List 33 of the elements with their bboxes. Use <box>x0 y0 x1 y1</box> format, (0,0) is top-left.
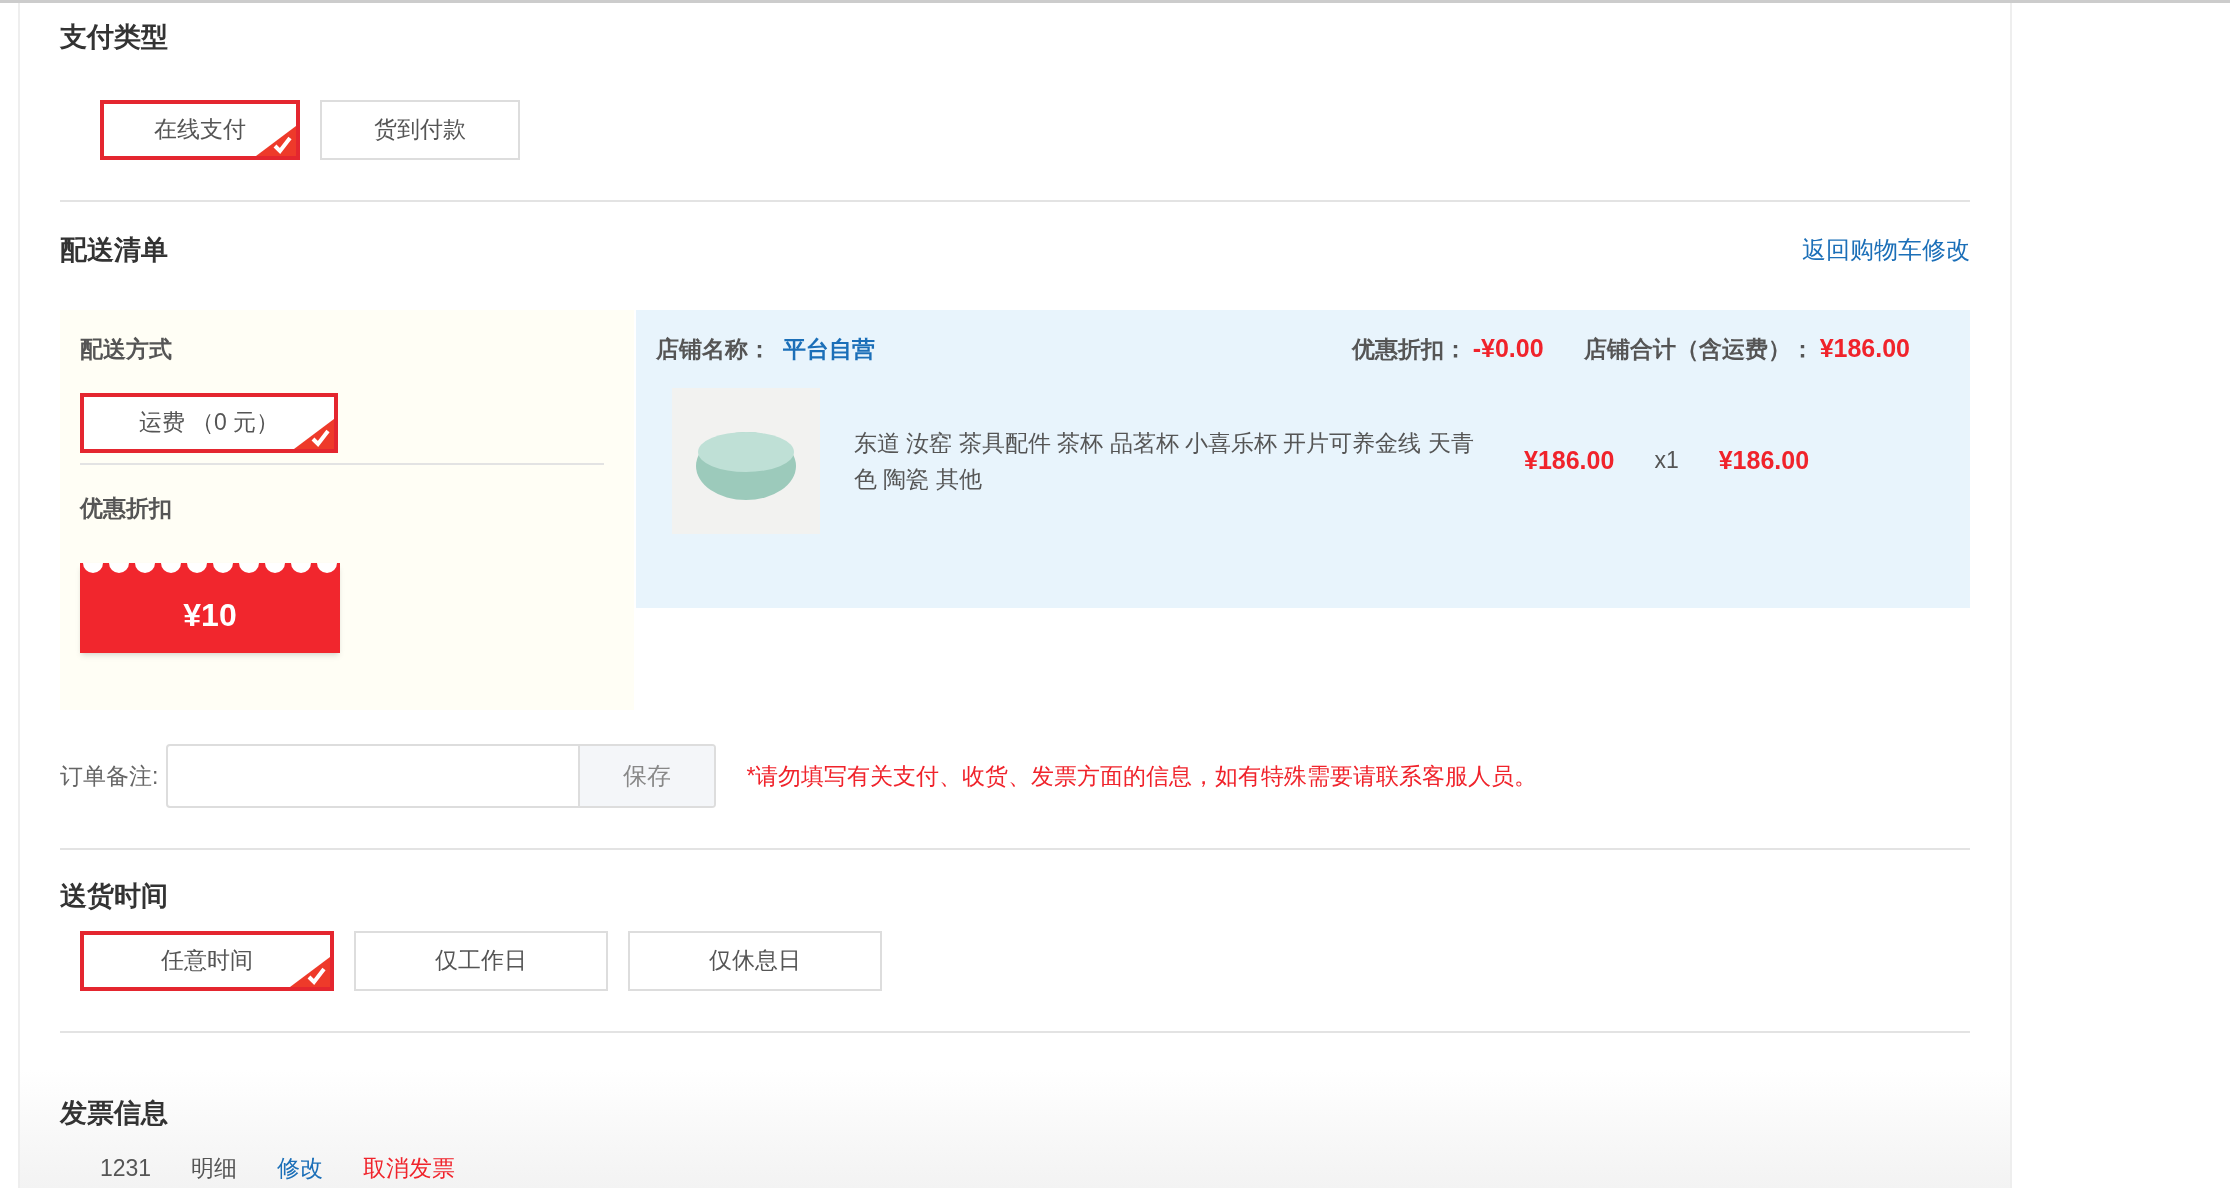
option-button[interactable]: 运费 （0 元） <box>80 392 338 453</box>
check-corner-icon <box>256 125 296 156</box>
section-title: 配送清单 <box>60 233 168 267</box>
cancel-invoice-link[interactable]: 取消发票 <box>363 1151 456 1186</box>
store-name-label: 店铺名称： <box>656 334 771 364</box>
section-title: 发票信息 <box>60 1096 169 1130</box>
field-label: 订单备注: <box>60 761 159 791</box>
option-button[interactable]: 在线支付 <box>100 99 300 160</box>
invoice-title: 1231 <box>100 1154 152 1183</box>
discount-amount: -¥0.00 <box>1472 333 1544 364</box>
invoice-type: 明细 <box>191 1154 238 1183</box>
option-button[interactable]: 任意时间 <box>80 930 334 991</box>
check-corner-icon <box>294 418 334 449</box>
quantity: x1 <box>1654 446 1679 476</box>
option-button[interactable]: 仅工作日 <box>354 930 608 991</box>
section-label: 配送方式 <box>80 335 173 364</box>
back-to-cart-link[interactable]: 返回购物车修改 <box>1802 231 1970 268</box>
discount-label: 优惠折扣： <box>1351 334 1467 364</box>
section-title: 送货时间 <box>60 880 169 913</box>
section-label: 优惠折扣 <box>80 493 173 523</box>
coupon[interactable]: ¥10 <box>80 563 340 653</box>
section-title: 支付类型 <box>60 21 169 54</box>
unit-price: ¥186.00 <box>1524 444 1615 476</box>
item-subtotal: ¥186.00 <box>1718 444 1810 476</box>
option-button[interactable]: 货到付款 <box>320 99 520 160</box>
store-name-link[interactable]: 平台自营 <box>783 331 875 366</box>
store-total-label: 店铺合计（含运费）： <box>1583 334 1814 364</box>
edit-link[interactable]: 修改 <box>277 1151 324 1186</box>
check-corner-icon <box>290 956 330 987</box>
product-title[interactable]: 东道 汝窑 茶具配件 茶杯 品茗杯 小喜乐杯 开片可养金线 天青色 陶瓷 其他 <box>854 424 1484 497</box>
option-button[interactable]: 仅休息日 <box>628 930 882 991</box>
warning-text: *请勿填写有关支付、收货、发票方面的信息，如有特殊需要请联系客服人员。 <box>746 761 1538 791</box>
store-total-amount: ¥186.00 <box>1819 333 1910 364</box>
